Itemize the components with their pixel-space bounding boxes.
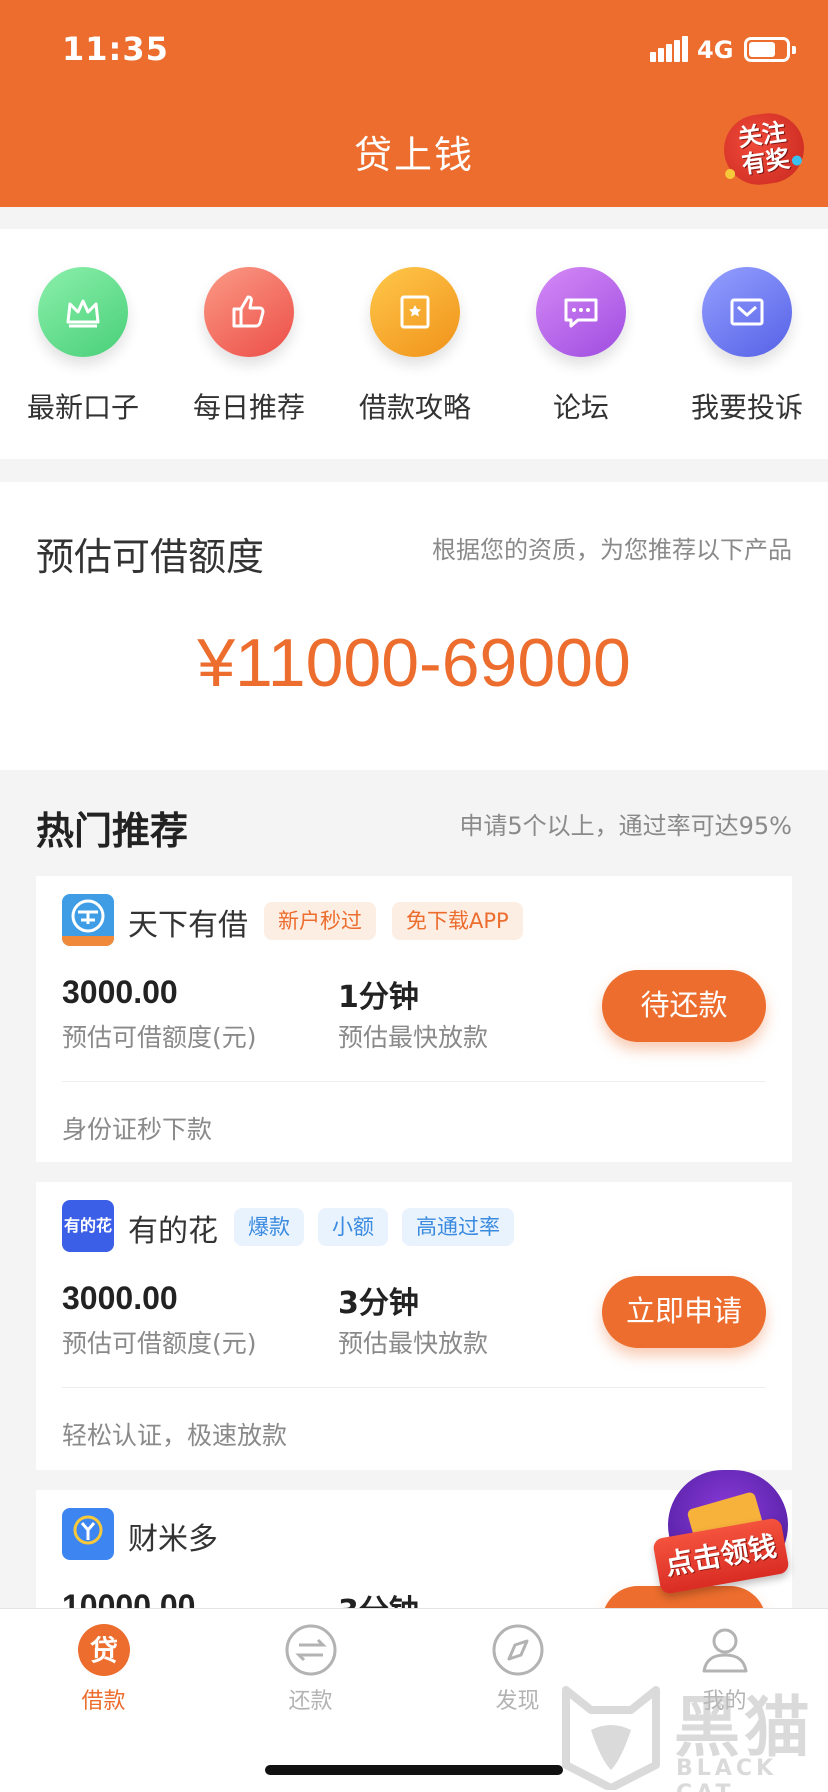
tab-loan-label: 借款: [81, 1689, 126, 1714]
apply-now-button[interactable]: 立即申请: [602, 1276, 766, 1348]
watermark-subtext: BLACK CAT: [676, 1756, 778, 1792]
bookmark-icon: [370, 267, 460, 357]
pending-repayment-button[interactable]: 待还款: [602, 970, 766, 1042]
nav-daily-recommend-label: 每日推荐: [192, 391, 305, 424]
product-tag: 免下载APP: [392, 902, 523, 940]
nav-forum-label: 论坛: [552, 391, 609, 424]
product-logo-icon: [62, 894, 114, 946]
product-speed: 1分钟: [338, 980, 419, 1015]
estimate-title: 预估可借额度: [36, 535, 265, 579]
crown-icon: [38, 267, 128, 357]
nav-forum[interactable]: 论坛: [498, 229, 664, 459]
svg-text:贷: 贷: [90, 1634, 118, 1667]
product-tag: 爆款: [234, 1208, 304, 1246]
product-amount-label: 预估可借额度(元): [62, 1023, 257, 1052]
nav-latest[interactable]: 最新口子: [0, 229, 166, 459]
nav-daily-recommend[interactable]: 每日推荐: [166, 229, 332, 459]
page-title: 贷上钱: [353, 133, 474, 177]
product-speed-label: 预估最快放款: [338, 1023, 489, 1052]
product-card[interactable]: 有的花 有的花 爆款 小额 高通过率 3000.00 预估可借额度(元) 3分钟…: [36, 1182, 792, 1470]
divider: [62, 1081, 766, 1082]
product-name: 有的花: [128, 1214, 218, 1249]
nav-complaint[interactable]: 我要投诉: [664, 229, 828, 459]
product-speed: 3分钟: [338, 1286, 419, 1321]
claim-money-promo[interactable]: 点击领钱: [650, 1470, 800, 1600]
tab-repay[interactable]: 还款: [207, 1609, 414, 1729]
status-time: 11:35: [62, 30, 169, 68]
product-tag: 高通过率: [402, 1208, 514, 1246]
hot-section-header: 热门推荐 申请5个以上，通过率可达95%: [0, 770, 828, 876]
product-amount: 10000.00: [62, 1588, 196, 1608]
thumbs-up-icon: [204, 267, 294, 357]
product-logo-icon: 有的花: [62, 1200, 114, 1252]
hot-title: 热门推荐: [36, 809, 189, 853]
estimate-card: 预估可借额度 根据您的资质，为您推荐以下产品 ¥11000-69000: [0, 482, 828, 770]
product-speed: 3分钟: [338, 1586, 419, 1608]
product-amount: 3000.00: [62, 974, 178, 1010]
divider: [62, 1387, 766, 1388]
tab-repay-label: 还款: [288, 1689, 333, 1714]
product-logo-text: 有的花: [63, 1216, 112, 1235]
estimate-subtitle: 根据您的资质，为您推荐以下产品: [432, 536, 792, 564]
nav-latest-label: 最新口子: [26, 391, 139, 424]
status-bar: 11:35 4G: [0, 0, 828, 100]
estimate-amount: ¥11000-69000: [197, 625, 631, 701]
signal-icon: [650, 36, 688, 62]
product-description: 轻松认证，极速放款: [62, 1421, 288, 1450]
product-description: 身份证秒下款: [62, 1115, 213, 1144]
battery-icon: [744, 37, 796, 62]
quick-nav: 最新口子 每日推荐 借款攻略 论坛 我要投诉: [0, 229, 828, 459]
product-logo-icon: [62, 1508, 114, 1560]
product-amount: 3000.00: [62, 1280, 178, 1316]
tab-loan[interactable]: 贷 借款: [0, 1609, 207, 1729]
network-type: 4G: [697, 36, 734, 64]
nav-loan-guide-label: 借款攻略: [358, 391, 471, 424]
product-speed-label: 预估最快放款: [338, 1329, 489, 1358]
product-card[interactable]: 天下有借 新户秒过 免下载APP 3000.00 预估可借额度(元) 1分钟 预…: [36, 876, 792, 1162]
follow-reward-label: 关注有奖: [736, 117, 792, 180]
repay-icon: [285, 1624, 337, 1676]
product-name: 天下有借: [128, 908, 248, 943]
product-amount-label: 预估可借额度(元): [62, 1329, 257, 1358]
product-tag: 新户秒过: [264, 902, 376, 940]
loan-icon: 贷: [78, 1624, 130, 1676]
nav-loan-guide[interactable]: 借款攻略: [332, 229, 498, 459]
user-icon: [702, 1628, 748, 1673]
cat-logo-icon: [562, 1686, 660, 1790]
product-name: 财米多: [128, 1522, 218, 1557]
compass-icon: [492, 1624, 544, 1676]
home-indicator[interactable]: [265, 1765, 563, 1775]
nav-complaint-label: 我要投诉: [690, 391, 803, 424]
chat-icon: [536, 267, 626, 357]
product-tag: 小额: [318, 1208, 388, 1246]
hot-subtitle: 申请5个以上，通过率可达95%: [459, 812, 792, 840]
mail-icon: [702, 267, 792, 357]
black-cat-watermark: 黑猫 BLACK CAT: [556, 1670, 828, 1792]
app-header: 11:35 4G 贷上钱 关注有奖: [0, 0, 828, 207]
